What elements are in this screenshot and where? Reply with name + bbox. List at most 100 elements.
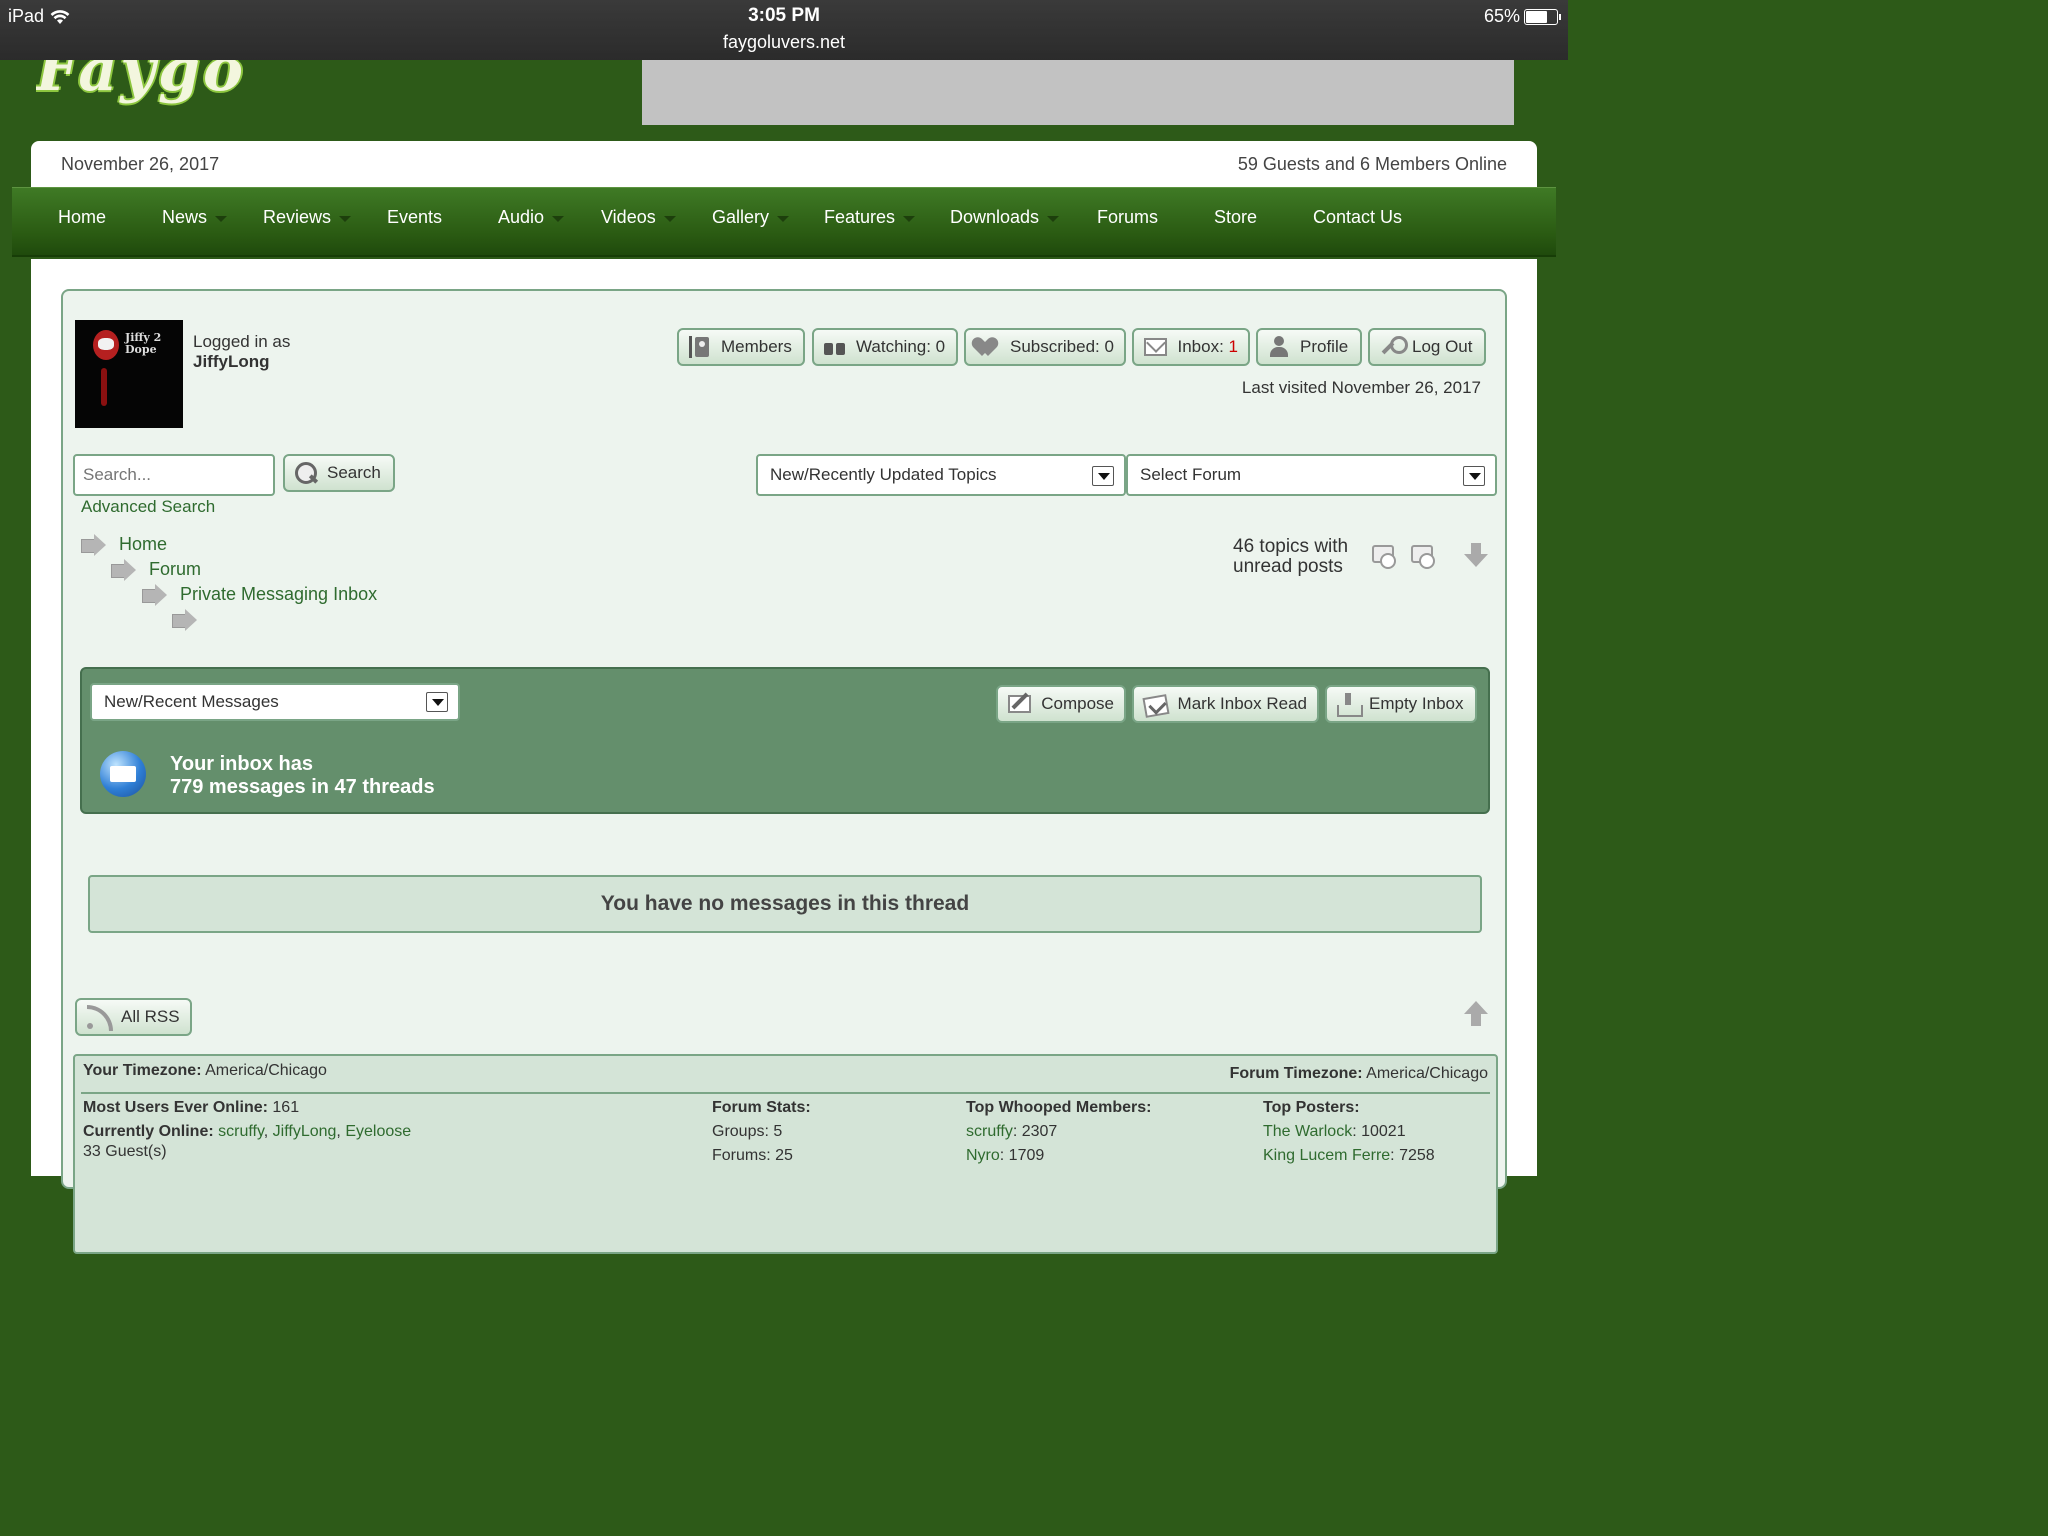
nav-item-gallery[interactable]: Gallery: [712, 207, 824, 228]
site-logo[interactable]: Faygo: [36, 60, 256, 110]
avatar[interactable]: Jiffy 2 Dope: [75, 320, 183, 428]
mark-read-icon[interactable]: [1409, 543, 1435, 569]
breadcrumb-label: Home: [119, 534, 168, 554]
top-whooped-item: scruffy: 2307: [966, 1123, 1058, 1140]
new-posts-icon[interactable]: [1370, 543, 1396, 569]
breadcrumb-arrow-icon: [172, 609, 198, 631]
forum-select[interactable]: Select Forum: [1126, 454, 1497, 496]
nav-item-home[interactable]: Home: [58, 207, 162, 228]
logout-button[interactable]: Log Out: [1368, 328, 1486, 366]
battery-percent: 65%: [1483, 6, 1520, 26]
forum-timezone: Forum Timezone: America/Chicago: [1229, 1065, 1488, 1082]
nav-item-forums[interactable]: Forums: [1097, 207, 1214, 228]
nav-item-videos[interactable]: Videos: [601, 207, 712, 228]
logged-in-info: Logged in as JiffyLong: [193, 332, 290, 372]
nav-item-features[interactable]: Features: [824, 207, 950, 228]
breadcrumb-forum[interactable]: Forum: [111, 558, 201, 581]
envelope-icon: [1144, 338, 1168, 356]
inbox-mail-icon: [100, 751, 146, 797]
nav-item-downloads[interactable]: Downloads: [950, 207, 1097, 228]
advanced-search-link[interactable]: Advanced Search: [81, 497, 215, 517]
nav-item-label: Home: [58, 207, 107, 227]
nav-item-label: Store: [1214, 207, 1258, 227]
messages-select-value: New/Recent Messages: [104, 692, 279, 711]
nav-item-reviews[interactable]: Reviews: [263, 207, 387, 228]
logout-label: Log Out: [1412, 337, 1473, 356]
chevron-down-icon: [903, 215, 916, 222]
inbox-summary-line1: Your inbox has: [170, 753, 313, 775]
nav-item-label: Features: [824, 207, 896, 227]
nav-item-label: Downloads: [950, 207, 1040, 227]
nav-list: Home News Reviews Events Audio Videos Gallery F…: [58, 207, 1433, 228]
top-poster-item: King Lucem Ferre: 7258: [1263, 1147, 1435, 1164]
nav-item-events[interactable]: Events: [387, 207, 498, 228]
search-button[interactable]: Search: [283, 454, 395, 492]
empty-inbox-label: Empty Inbox: [1369, 694, 1464, 713]
watching-button[interactable]: Watching: 0: [812, 328, 958, 366]
member-link[interactable]: scruffy: [966, 1123, 1013, 1140]
breadcrumb-inbox[interactable]: Private Messaging Inbox: [142, 583, 378, 606]
address-bar-url[interactable]: faygoluvers.net: [0, 32, 1568, 53]
scroll-up-icon[interactable]: [1464, 1001, 1488, 1027]
members-label: Members: [721, 337, 792, 356]
top-whooped-heading: Top Whooped Members:: [966, 1099, 1152, 1116]
rss-icon: [87, 1005, 113, 1031]
nav-item-label: Reviews: [263, 207, 332, 227]
members-button[interactable]: Members: [677, 328, 805, 366]
subscribed-button[interactable]: Subscribed: 0: [964, 328, 1126, 366]
status-time: 3:05 PM: [748, 5, 820, 26]
online-user[interactable]: Eyeloose: [345, 1123, 411, 1140]
groups-count: Groups: 5: [712, 1123, 783, 1140]
nav-item-news[interactable]: News: [162, 207, 263, 228]
nav-item-contact-us[interactable]: Contact Us: [1313, 207, 1433, 228]
chevron-down-icon: [1047, 215, 1060, 222]
breadcrumb-arrow-icon: [111, 558, 137, 581]
pm-box: New/Recent Messages Compose Mark Inbox R…: [80, 667, 1490, 814]
unread-topics-count[interactable]: 46 topics with unread posts: [1233, 537, 1348, 577]
all-rss-button[interactable]: All RSS: [75, 998, 192, 1036]
messages-select[interactable]: New/Recent Messages: [90, 683, 460, 721]
online-user[interactable]: JiffyLong: [273, 1123, 337, 1140]
member-link[interactable]: King Lucem Ferre: [1263, 1147, 1390, 1164]
nav-item-label: Audio: [498, 207, 545, 227]
topics-select[interactable]: New/Recently Updated Topics: [756, 454, 1126, 496]
member-link[interactable]: Nyro: [966, 1147, 1000, 1164]
ios-status-bar: iPad 3:05 PM faygoluvers.net 65%: [0, 0, 1568, 60]
breadcrumb-label: Private Messaging Inbox: [180, 584, 378, 604]
stats-divider: [81, 1092, 1490, 1094]
breadcrumb-home[interactable]: Home: [81, 533, 168, 556]
main-nav: Home News Reviews Events Audio Videos Gallery F…: [12, 187, 1556, 257]
empty-inbox-button[interactable]: Empty Inbox: [1325, 685, 1477, 723]
mark-inbox-read-button[interactable]: Mark Inbox Read: [1132, 685, 1319, 723]
search-button-label: Search: [327, 463, 381, 482]
key-icon: [1380, 336, 1408, 358]
online-count: 59 Guests and 6 Members Online: [1237, 154, 1507, 174]
nav-item-label: Contact Us: [1313, 207, 1403, 227]
profile-label: Profile: [1300, 337, 1349, 356]
chevron-down-icon: [339, 215, 352, 222]
nav-item-store[interactable]: Store: [1214, 207, 1313, 228]
compose-button[interactable]: Compose: [996, 685, 1126, 723]
user-icon: [1268, 336, 1290, 358]
chevron-down-icon: [663, 215, 676, 222]
breadcrumb-arrow-icon: [81, 533, 107, 556]
top-poster-item: The Warlock: 10021: [1263, 1123, 1406, 1140]
username[interactable]: JiffyLong: [193, 352, 270, 371]
most-users-online: Most Users Ever Online: 161: [83, 1099, 300, 1116]
online-user[interactable]: scruffy: [218, 1123, 264, 1140]
avatar-face-graphic: [93, 330, 119, 360]
chevron-down-icon: [552, 215, 565, 222]
member-link[interactable]: The Warlock: [1263, 1123, 1352, 1140]
mark-read-label: Mark Inbox Read: [1177, 694, 1307, 713]
dropdown-arrow-icon: [1463, 466, 1485, 486]
ad-banner: [642, 60, 1514, 125]
profile-button[interactable]: Profile: [1256, 328, 1362, 366]
forum-panel: Jiffy 2 Dope Logged in as JiffyLong Memb…: [61, 289, 1507, 1254]
search-input[interactable]: [73, 454, 275, 496]
scroll-down-icon[interactable]: [1464, 543, 1488, 569]
nav-item-audio[interactable]: Audio: [498, 207, 601, 228]
chevron-down-icon: [215, 215, 228, 222]
unread-line2: unread posts: [1233, 556, 1343, 577]
last-visited: Last visited November 26, 2017: [1241, 378, 1481, 397]
inbox-button[interactable]: Inbox: 1: [1132, 328, 1250, 366]
